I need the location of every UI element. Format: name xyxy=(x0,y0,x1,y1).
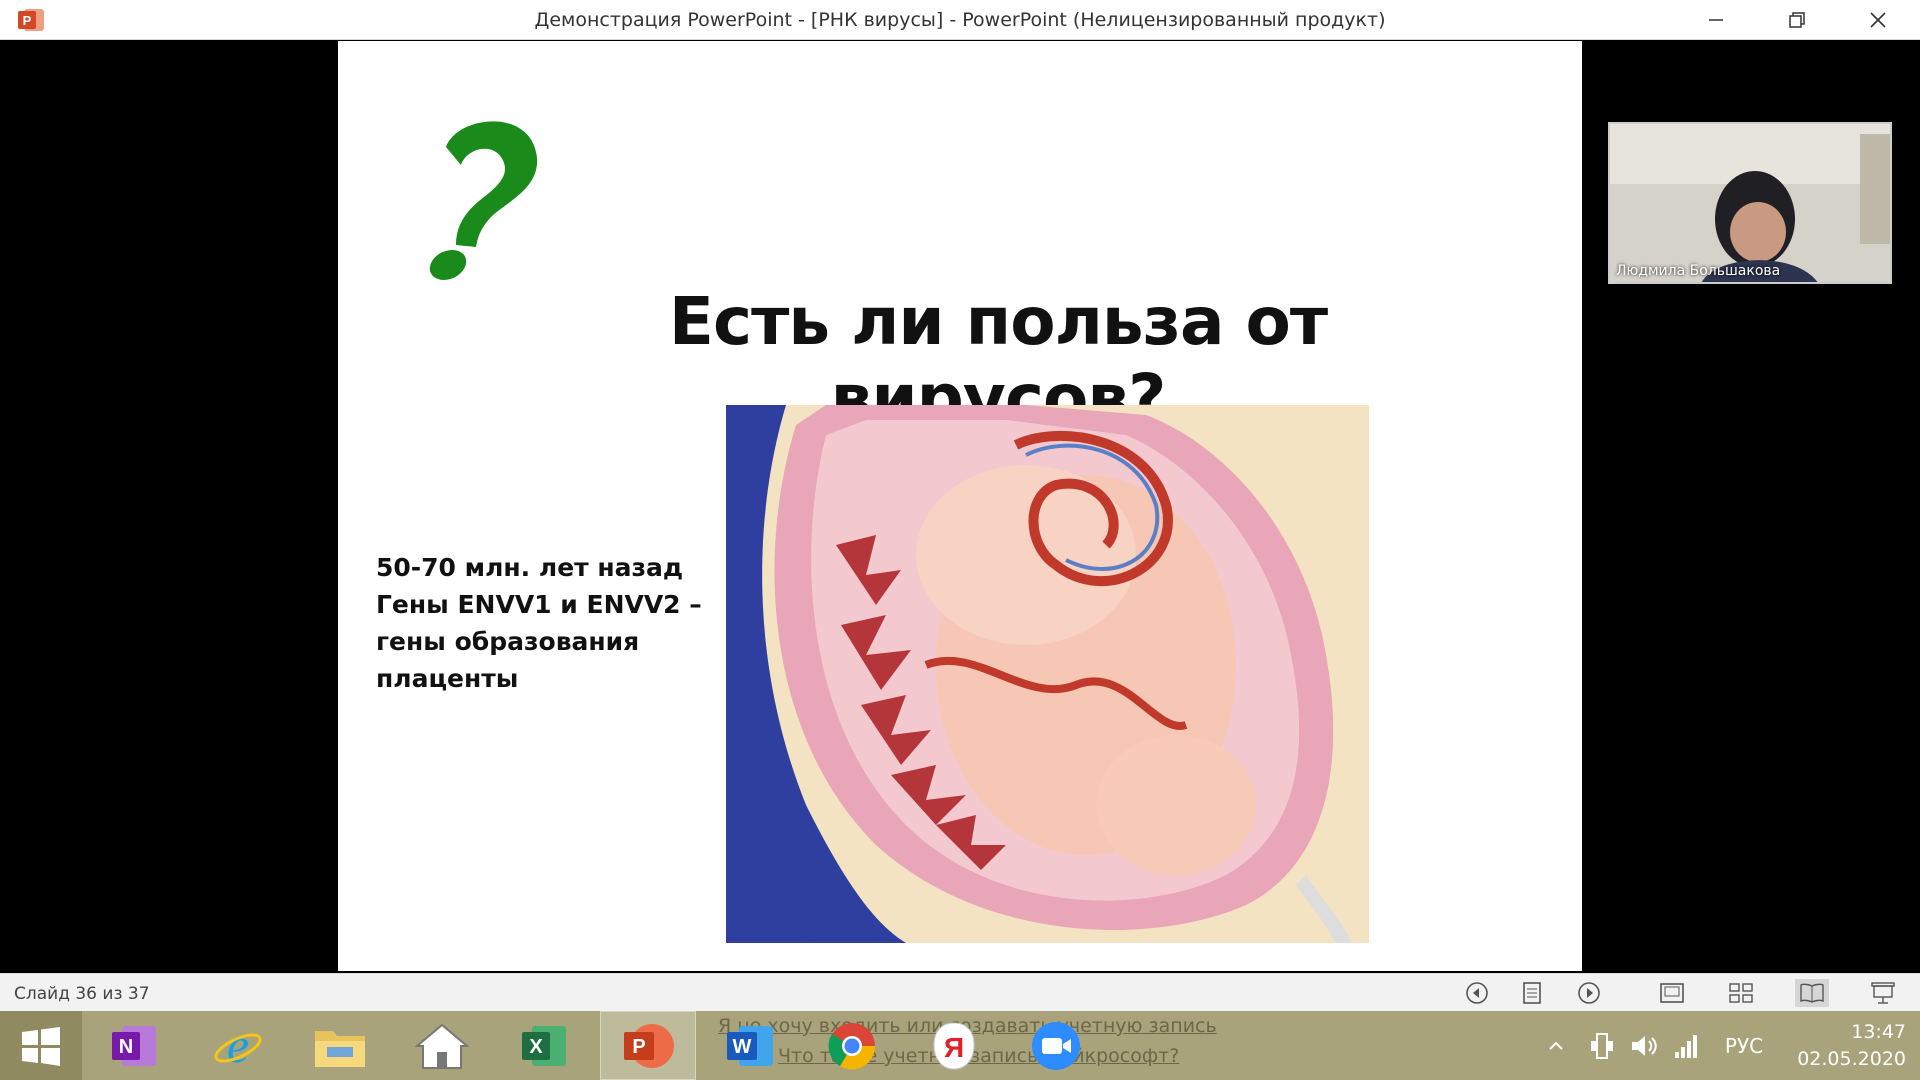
start-button[interactable] xyxy=(0,1011,82,1080)
show-hidden-icons[interactable] xyxy=(1544,1011,1568,1080)
text-line: Гены ENVV1 и ENVV2 – xyxy=(376,590,702,619)
svg-text:N: N xyxy=(119,1036,133,1058)
file-explorer-icon xyxy=(315,1030,365,1067)
text-line: гены образования xyxy=(376,627,640,656)
window-title: Демонстрация PowerPoint - [РНК вирусы] -… xyxy=(534,9,1386,31)
slide-sorter-icon xyxy=(1729,983,1753,1003)
svg-text:e: e xyxy=(227,1020,249,1072)
language-indicator[interactable]: РУС xyxy=(1716,1011,1772,1080)
svg-text:P: P xyxy=(632,1036,645,1058)
svg-text:X: X xyxy=(529,1036,543,1058)
taskbar-powerpoint[interactable]: P xyxy=(600,1011,696,1080)
window-title-bar: P Демонстрация PowerPoint - [РНК вирусы]… xyxy=(0,0,1920,40)
taskbar-onenote[interactable]: N xyxy=(86,1011,182,1080)
tray-network[interactable] xyxy=(1668,1011,1704,1080)
windows-start-icon xyxy=(22,1026,60,1066)
power-icon xyxy=(1591,1032,1613,1059)
slideshow-stage[interactable]: Есть ли польза от вирусов? 50-70 млн. ле… xyxy=(0,40,1920,973)
svg-text:W: W xyxy=(733,1036,752,1058)
home-icon xyxy=(415,1023,469,1069)
slide[interactable]: Есть ли польза от вирусов? 50-70 млн. ле… xyxy=(338,41,1582,971)
restore-button[interactable] xyxy=(1757,0,1837,40)
taskbar-chrome[interactable] xyxy=(804,1011,900,1080)
close-icon xyxy=(1870,12,1886,28)
minimize-button[interactable] xyxy=(1676,0,1756,40)
taskbar-internet-explorer[interactable]: e xyxy=(190,1011,286,1080)
reading-view-icon xyxy=(1800,983,1824,1003)
participant-name: Людмила Большакова xyxy=(1616,263,1781,279)
notes-button[interactable] xyxy=(1515,979,1549,1007)
close-button[interactable] xyxy=(1838,0,1918,40)
tray-power[interactable] xyxy=(1584,1011,1620,1080)
powerpoint-icon: P xyxy=(624,1023,674,1068)
onenote-icon: N xyxy=(112,1025,156,1066)
system-clock[interactable]: 13:47 02.05.2020 xyxy=(1797,1019,1906,1073)
status-bar: Слайд 36 из 37 xyxy=(0,973,1920,1011)
taskbar: Я не хочу входить или создавать учетную … xyxy=(0,1011,1920,1080)
question-mark-graphic xyxy=(429,121,538,281)
previous-icon xyxy=(1466,982,1488,1004)
reading-view-button[interactable] xyxy=(1795,979,1829,1007)
clock-time: 13:47 xyxy=(1851,1021,1906,1043)
excel-icon: X xyxy=(522,1025,566,1066)
restore-icon xyxy=(1789,12,1805,28)
tray-volume[interactable] xyxy=(1626,1011,1662,1080)
fetus-in-uterus-illustration xyxy=(726,405,1369,943)
normal-view-button[interactable] xyxy=(1655,979,1689,1007)
word-icon: W xyxy=(727,1025,773,1066)
zoom-icon xyxy=(1032,1021,1080,1070)
slide-body-text: 50-70 млн. лет назад Гены ENVV1 и ENVV2 … xyxy=(376,549,706,697)
minimize-icon xyxy=(1709,19,1723,21)
volume-icon xyxy=(1632,1035,1657,1056)
chrome-icon xyxy=(828,1022,876,1069)
normal-view-icon xyxy=(1660,983,1684,1003)
svg-text:Я: Я xyxy=(944,1032,964,1063)
taskbar-word[interactable]: W xyxy=(702,1011,798,1080)
notes-icon xyxy=(1523,982,1541,1004)
text-line: плаценты xyxy=(376,664,519,693)
next-slide-button[interactable] xyxy=(1572,979,1606,1007)
taskbar-yandex-browser[interactable]: Я xyxy=(906,1011,1002,1080)
slideshow-icon xyxy=(1871,982,1895,1004)
slide-counter: Слайд 36 из 37 xyxy=(14,984,150,1004)
previous-slide-button[interactable] xyxy=(1460,979,1494,1007)
video-thumbnail[interactable]: Людмила Большакова xyxy=(1608,122,1892,284)
next-icon xyxy=(1578,982,1600,1004)
taskbar-zoom[interactable] xyxy=(1008,1011,1104,1080)
yandex-icon: Я xyxy=(933,1021,975,1070)
network-signal-icon xyxy=(1675,1034,1697,1058)
taskbar-excel[interactable]: X xyxy=(496,1011,592,1080)
slideshow-button[interactable] xyxy=(1866,979,1900,1007)
internet-explorer-icon: e xyxy=(214,1020,262,1072)
participant-video xyxy=(1610,124,1890,282)
taskbar-file-explorer[interactable] xyxy=(292,1011,388,1080)
chevron-up-icon xyxy=(1549,1041,1563,1050)
clock-date: 02.05.2020 xyxy=(1797,1048,1906,1070)
slide-sorter-button[interactable] xyxy=(1724,979,1758,1007)
text-line: 50-70 млн. лет назад xyxy=(376,553,684,582)
taskbar-home[interactable] xyxy=(394,1011,490,1080)
